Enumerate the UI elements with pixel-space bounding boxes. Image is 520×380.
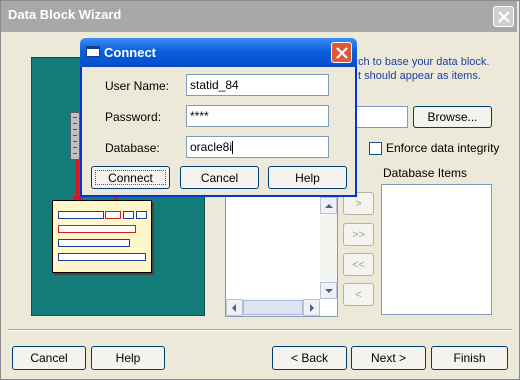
footer-divider <box>8 329 512 331</box>
vertical-scrollbar[interactable] <box>320 197 337 299</box>
connect-help-button[interactable]: Help <box>268 166 347 189</box>
wizard-help-button[interactable]: Help <box>91 346 165 370</box>
database-items-label: Database Items <box>383 166 468 180</box>
wizard-close-button[interactable] <box>493 6 514 27</box>
wizard-hint-line-1: ch to base your data block. <box>358 56 490 68</box>
table-or-view-field[interactable] <box>356 106 408 128</box>
move-all-left-button[interactable]: << <box>343 253 374 276</box>
scroll-right-arrow-icon[interactable] <box>303 299 320 316</box>
connect-cancel-button[interactable]: Cancel <box>180 166 259 189</box>
move-all-right-button[interactable]: >> <box>343 223 374 246</box>
text-caret <box>232 141 234 155</box>
enforce-data-integrity-checkbox[interactable] <box>369 142 382 155</box>
wizard-title: Data Block Wizard <box>8 7 122 22</box>
password-label: Password: <box>105 110 162 124</box>
finish-button[interactable]: Finish <box>431 346 508 370</box>
scroll-up-arrow-icon[interactable] <box>320 197 337 214</box>
horizontal-scrollbar[interactable] <box>226 299 320 316</box>
connect-dialog-title: Connect <box>104 45 156 60</box>
move-one-left-button[interactable]: < <box>343 283 374 306</box>
next-button[interactable]: Next > <box>351 346 426 370</box>
password-field[interactable]: **** <box>186 105 329 127</box>
enforce-data-integrity-label: Enforce data integrity <box>386 141 500 155</box>
browse-button[interactable]: Browse... <box>413 106 492 128</box>
connect-button[interactable]: Connect <box>91 166 170 189</box>
wizard-cancel-button[interactable]: Cancel <box>12 346 86 370</box>
user-name-label: User Name: <box>105 79 170 93</box>
database-label: Database: <box>105 141 160 155</box>
database-items-list[interactable] <box>381 184 492 315</box>
connect-close-button[interactable] <box>331 42 352 63</box>
scroll-down-arrow-icon[interactable] <box>320 282 337 299</box>
window-icon <box>86 46 100 57</box>
user-name-field[interactable]: statid_84 <box>186 74 329 96</box>
close-icon <box>336 47 348 59</box>
close-icon <box>498 11 510 23</box>
wizard-hint-line-2: t should appear as items. <box>358 70 481 82</box>
illustration-form-card <box>52 200 152 273</box>
illustration-column-strip <box>70 112 80 160</box>
horizontal-scroll-thumb[interactable] <box>243 300 303 315</box>
scroll-left-arrow-icon[interactable] <box>226 299 243 316</box>
back-button[interactable]: < Back <box>272 346 347 370</box>
database-field-value: oracle8i <box>190 140 233 154</box>
database-field[interactable]: oracle8i <box>186 136 329 158</box>
